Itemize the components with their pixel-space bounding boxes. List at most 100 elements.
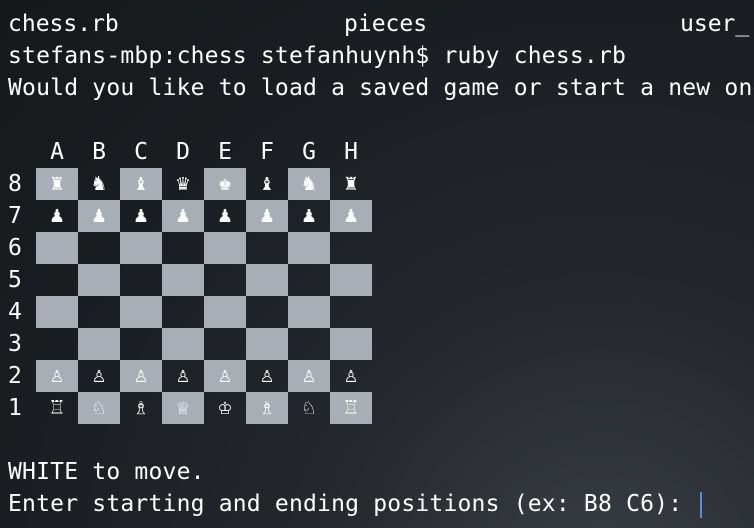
file-label-e: E xyxy=(218,139,232,165)
square-b2: ♙ xyxy=(92,363,106,388)
rank-label-6: 6 xyxy=(8,235,22,261)
board-rank-7: 7 ♟ ♟ ♟ ♟ ♟ ♟ ♟ ♟ xyxy=(0,200,372,232)
board-rank-1: 1 ♖ ♘ ♗ ♕ ♔ ♗ ♘ ♖ xyxy=(0,392,372,424)
terminal-window[interactable]: chess.rb pieces user_ stefans-mbp:chess … xyxy=(0,0,754,528)
square-e2: ♙ xyxy=(204,360,246,392)
square-h4 xyxy=(330,296,372,328)
square-h8: ♜ xyxy=(344,171,358,196)
file-label-d: D xyxy=(176,139,190,165)
square-h5 xyxy=(330,264,372,296)
square-e5 xyxy=(204,264,246,296)
square-h3 xyxy=(330,328,372,360)
board-rank-8: 8 ♜ ♞ ♝ ♛ ♚ ♝ ♞ ♜ xyxy=(0,168,372,200)
square-b7: ♟ xyxy=(78,200,120,232)
square-b5 xyxy=(78,264,120,296)
file-label-a: A xyxy=(50,139,64,165)
square-f6 xyxy=(246,232,288,264)
square-g1: ♘ xyxy=(302,395,316,420)
move-input-prompt: Enter starting and ending positions (ex:… xyxy=(8,491,697,517)
square-g5 xyxy=(288,264,330,296)
rank-label-8: 8 xyxy=(8,171,22,197)
square-a1: ♖ xyxy=(50,395,64,420)
turn-indicator: WHITE to move. xyxy=(8,459,205,485)
square-c2: ♙ xyxy=(120,360,162,392)
square-h2: ♙ xyxy=(344,363,358,388)
file-chess-rb: chess.rb xyxy=(8,11,119,37)
square-d6 xyxy=(162,232,204,264)
square-e8: ♚ xyxy=(204,168,246,200)
square-f4 xyxy=(246,296,288,328)
board-rank-5: 5 xyxy=(0,264,372,296)
square-d5 xyxy=(162,264,204,296)
square-d3 xyxy=(162,328,204,360)
square-b6 xyxy=(78,232,120,264)
square-a5 xyxy=(36,264,78,296)
square-c7: ♟ xyxy=(134,203,148,228)
square-c1: ♗ xyxy=(134,395,148,420)
square-b1: ♘ xyxy=(78,392,120,424)
rank-label-5: 5 xyxy=(8,267,22,293)
board-file-labels: A B C D E F G H xyxy=(36,138,372,166)
square-d2: ♙ xyxy=(176,363,190,388)
rank-label-2: 2 xyxy=(8,363,22,389)
square-a3 xyxy=(36,328,78,360)
square-f8: ♝ xyxy=(260,171,274,196)
file-user: user_ xyxy=(680,11,750,37)
square-c3 xyxy=(120,328,162,360)
square-h1: ♖ xyxy=(330,392,372,424)
square-g7: ♟ xyxy=(302,203,316,228)
square-g6 xyxy=(288,232,330,264)
move-input-line[interactable]: Enter starting and ending positions (ex:… xyxy=(8,488,703,520)
square-h6 xyxy=(330,232,372,264)
file-label-g: G xyxy=(302,139,316,165)
board-rank-6: 6 xyxy=(0,232,372,264)
board-rank-2: 2 ♙ ♙ ♙ ♙ ♙ ♙ ♙ ♙ xyxy=(0,360,372,392)
file-label-h: H xyxy=(344,139,358,165)
board-rank-4: 4 xyxy=(0,296,372,328)
square-e6 xyxy=(204,232,246,264)
square-d8: ♛ xyxy=(176,171,190,196)
shell-prompt-line: stefans-mbp:chess stefanhuynh$ ruby ches… xyxy=(8,43,627,69)
file-listing: chess.rb pieces user_ xyxy=(0,8,754,40)
square-d7: ♟ xyxy=(162,200,204,232)
file-pieces: pieces xyxy=(344,11,428,37)
square-e4 xyxy=(204,296,246,328)
text-cursor xyxy=(700,491,703,518)
load-question-line: Would you like to load a saved game or s… xyxy=(8,75,754,101)
square-g3 xyxy=(288,328,330,360)
square-g4 xyxy=(288,296,330,328)
square-g2: ♙ xyxy=(288,360,330,392)
board-rank-3: 3 xyxy=(0,328,372,360)
square-c5 xyxy=(120,264,162,296)
file-label-c: C xyxy=(134,139,148,165)
square-b4 xyxy=(78,296,120,328)
square-c8: ♝ xyxy=(120,168,162,200)
square-a8: ♜ xyxy=(36,168,78,200)
square-d1: ♕ xyxy=(162,392,204,424)
square-a7: ♟ xyxy=(50,203,64,228)
square-d4 xyxy=(162,296,204,328)
square-c6 xyxy=(120,232,162,264)
square-a2: ♙ xyxy=(36,360,78,392)
rank-label-1: 1 xyxy=(8,395,22,421)
square-f2: ♙ xyxy=(260,363,274,388)
file-label-f: F xyxy=(260,139,274,165)
square-g8: ♞ xyxy=(288,168,330,200)
square-b3 xyxy=(78,328,120,360)
square-f1: ♗ xyxy=(246,392,288,424)
rank-label-3: 3 xyxy=(8,331,22,357)
square-e1: ♔ xyxy=(218,395,232,420)
rank-label-7: 7 xyxy=(8,203,22,229)
square-b8: ♞ xyxy=(92,171,106,196)
square-a4 xyxy=(36,296,78,328)
rank-label-4: 4 xyxy=(8,299,22,325)
file-label-b: B xyxy=(92,139,106,165)
square-f3 xyxy=(246,328,288,360)
square-e7: ♟ xyxy=(218,203,232,228)
square-a6 xyxy=(36,232,78,264)
chess-board: 8 ♜ ♞ ♝ ♛ ♚ ♝ ♞ ♜ 7 ♟ ♟ ♟ ♟ ♟ ♟ ♟ ♟ 6 5 4 3 2 ♙ ♙ ♙ ♙ ♙ ♙ ♙ ♙ 1 ♖ ♘ ♗ ♕ ♔ ♗ ♘ ♖ xyxy=(0,168,372,424)
square-f7: ♟ xyxy=(246,200,288,232)
square-h7: ♟ xyxy=(330,200,372,232)
square-c4 xyxy=(120,296,162,328)
square-f5 xyxy=(246,264,288,296)
